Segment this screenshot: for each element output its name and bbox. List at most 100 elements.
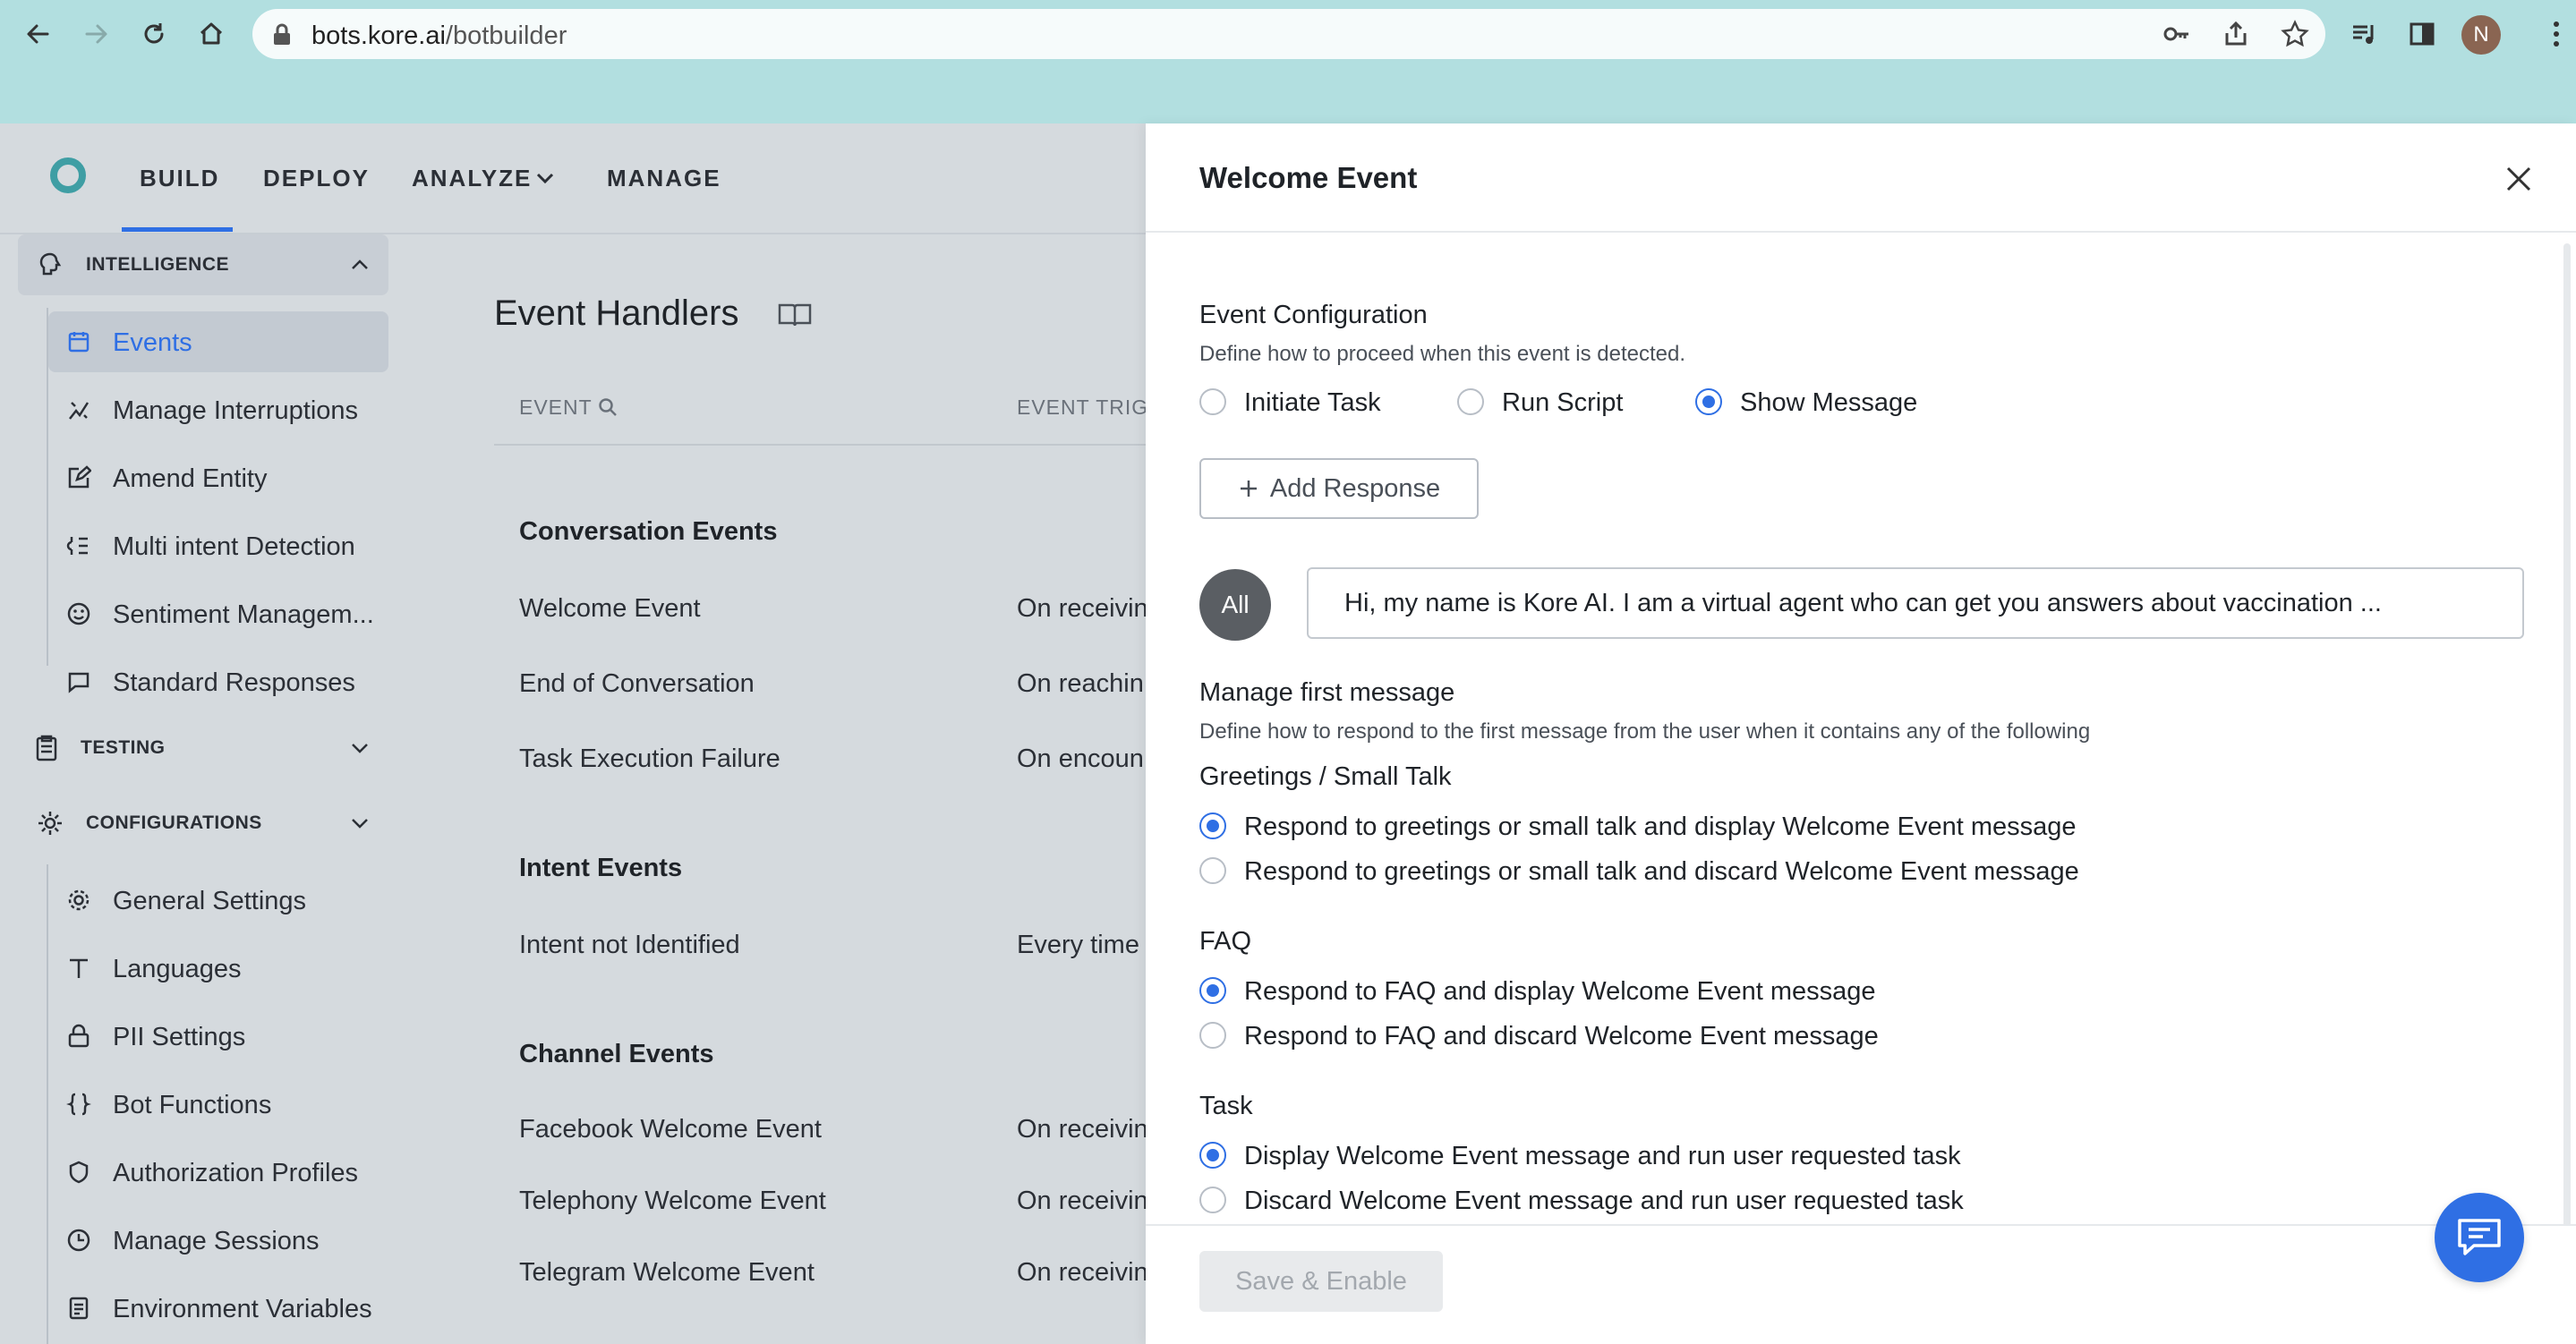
radio-label: Initiate Task [1244,388,1381,417]
sidebar-item-environment-variables[interactable]: Environment Variables [48,1278,388,1339]
sidebar-item-label: Amend Entity [113,464,268,493]
media-playlist-icon[interactable] [2347,16,2383,52]
chevron-up-icon[interactable] [349,254,371,276]
lock-icon [274,23,290,45]
profile-avatar[interactable]: N [2461,15,2501,55]
sidebar-item-bot-functions[interactable]: Bot Functions [48,1074,388,1135]
save-enable-button[interactable]: Save & Enable [1199,1251,1443,1312]
panel-header: Welcome Event [1146,123,2576,233]
sidebar-item-label: General Settings [113,887,307,915]
header-divider [494,444,1147,446]
radio-show-message[interactable] [1695,388,1722,415]
nav-deploy[interactable]: DEPLOY [263,165,370,192]
panel-body[interactable]: Event Configuration Define how to procee… [1146,234,2576,1217]
forward-icon[interactable] [79,16,115,52]
welcome-message-input[interactable]: Hi, my name is Kore AI. I am a virtual a… [1307,567,2524,639]
radio-faq-discard[interactable] [1199,1022,1226,1049]
sidebar-item-label: Sentiment Managem... [113,600,374,629]
sidebar-item-authorization-profiles[interactable]: Authorization Profiles [48,1142,388,1203]
side-panel-icon[interactable] [2404,16,2440,52]
sidebar-item-amend-entity[interactable]: Amend Entity [48,447,388,508]
table-row-name[interactable]: Welcome Event [519,594,701,624]
column-header-trigger: EVENT TRIG [1017,396,1146,419]
table-row-trigger: On encoun [1017,744,1144,773]
event-handlers-page: Event Handlers EVENT EVENT TRIG Conversa… [403,234,1147,1344]
chevron-down-icon[interactable] [349,812,371,834]
analyze-chevron-down-icon[interactable] [535,172,555,184]
radio-task-discard[interactable] [1199,1187,1226,1213]
curly-braces-icon [66,1093,91,1116]
table-row-name[interactable]: End of Conversation [519,669,755,699]
nav-manage[interactable]: MANAGE [607,165,721,192]
sidebar-item-label: Languages [113,955,242,983]
sidebar-section-testing[interactable]: TESTING [18,718,388,778]
sidebar-item-events[interactable]: Events [48,311,388,372]
chat-icon [2458,1219,2501,1255]
event-configuration-title: Event Configuration [1199,301,1428,329]
close-icon[interactable] [2503,163,2535,195]
sidebar-item-multi-intent[interactable]: Multi intent Detection [48,515,388,576]
sidebar-item-manage-interruptions[interactable]: Manage Interruptions [48,379,388,440]
sidebar-item-languages[interactable]: Languages [48,938,388,999]
sidebar-item-label: Bot Functions [113,1091,272,1119]
documentation-book-icon[interactable] [777,301,813,329]
sidebar-section-configurations[interactable]: CONFIGURATIONS [18,793,388,854]
app: BUILD DEPLOY ANALYZE MANAGE INTELLIGENCE… [0,123,2576,1344]
group-title: Intent Events [519,854,683,882]
key-icon[interactable] [2159,16,2195,52]
chevron-down-icon[interactable] [349,737,371,759]
sidebar-item-manage-sessions[interactable]: Manage Sessions [48,1210,388,1271]
sidebar: INTELLIGENCE Events Manage Interruptions… [0,234,403,1344]
table-row-name[interactable]: Task Execution Failure [519,744,780,774]
shield-icon [69,1161,89,1184]
nav-build[interactable]: BUILD [140,165,219,192]
radio-label: Run Script [1502,388,1624,417]
column-header-event: EVENT [519,396,593,419]
sidebar-item-label: Environment Variables [113,1295,372,1323]
table-row-trigger: On reachin [1017,669,1144,698]
sidebar-item-general-settings[interactable]: General Settings [48,870,388,931]
text-t-icon [70,958,88,978]
sidebar-item-label: Multi intent Detection [113,532,355,561]
back-icon[interactable] [20,16,55,52]
radio-run-script[interactable] [1457,388,1484,415]
radio-greetings-display[interactable] [1199,812,1226,839]
share-icon[interactable] [2218,16,2254,52]
add-response-button[interactable]: Add Response [1199,458,1479,519]
radio-label: Respond to greetings or small talk and d… [1244,857,2079,886]
bookmark-star-icon[interactable] [2277,16,2313,52]
page-title: Event Handlers [494,293,739,333]
table-row-name[interactable]: Facebook Welcome Event [519,1115,822,1144]
clipboard-icon [36,735,57,761]
radio-initiate-task[interactable] [1199,388,1226,415]
multi-intent-icon [66,537,88,555]
nav-analyze[interactable]: ANALYZE [412,165,532,192]
more-menu-icon[interactable] [2538,16,2574,52]
radio-label: Show Message [1740,388,1918,417]
table-row-name[interactable]: Telephony Welcome Event [519,1187,826,1216]
sidebar-section-label: TESTING [81,737,166,758]
sidebar-item-label: PII Settings [113,1023,246,1051]
brain-icon [39,252,62,276]
reload-icon[interactable] [136,16,172,52]
add-response-label: Add Response [1269,473,1441,503]
search-icon[interactable] [598,397,618,417]
sidebar-item-pii-settings[interactable]: PII Settings [48,1006,388,1067]
radio-task-display[interactable] [1199,1142,1226,1169]
table-row-name[interactable]: Telegram Welcome Event [519,1258,815,1288]
radio-greetings-discard[interactable] [1199,857,1226,884]
audience-badge[interactable]: All [1199,569,1271,641]
interruption-icon [69,402,90,420]
kore-logo[interactable] [50,157,86,193]
table-row-name[interactable]: Intent not Identified [519,931,740,960]
radio-faq-display[interactable] [1199,977,1226,1004]
sidebar-item-sentiment[interactable]: Sentiment Managem... [48,583,388,644]
panel-scrollbar[interactable] [2563,243,2571,1228]
home-icon[interactable] [193,16,229,52]
chat-support-button[interactable] [2435,1193,2524,1282]
group-title: Channel Events [519,1040,714,1068]
sidebar-item-label: Authorization Profiles [113,1159,359,1187]
sidebar-item-standard-responses[interactable]: Standard Responses [48,651,388,712]
sidebar-section-intelligence[interactable]: INTELLIGENCE [18,234,388,295]
address-bar[interactable]: bots.kore.ai/botbuilder [252,9,2325,59]
